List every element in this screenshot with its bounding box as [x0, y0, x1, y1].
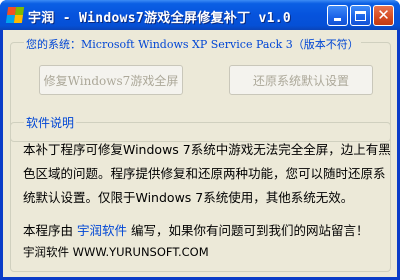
app-window: 宇润 - Windows7游戏全屏修复补丁 v1.0 ✕ 您的系统：Micros… — [0, 0, 400, 280]
window-title: 宇润 - Windows7游戏全屏修复补丁 v1.0 — [28, 11, 292, 26]
minimize-icon — [334, 18, 341, 21]
minimize-button[interactable] — [327, 5, 348, 26]
maximize-button[interactable] — [350, 5, 371, 26]
system-info-label: 您的系统：Microsoft Windows XP Service Pack 3… — [24, 36, 361, 52]
maximize-icon — [355, 10, 366, 21]
credit-line: 本程序由 宇润软件 编写，如果你有问题可到我们的网站留言！ — [23, 220, 369, 239]
website-line: 宇润软件 WWW.YURUNSOFT.COM — [23, 245, 209, 259]
close-icon: ✕ — [377, 6, 390, 24]
restore-defaults-button[interactable]: 还原系统默认设置 — [229, 65, 373, 95]
close-button[interactable]: ✕ — [373, 5, 394, 26]
dialog-body: 您的系统：Microsoft Windows XP Service Pack 3… — [3, 30, 397, 277]
windows-flag-icon[interactable] — [5, 7, 25, 23]
credit-prefix: 本程序由 — [23, 223, 74, 238]
yurunsoft-link[interactable]: 宇润软件 — [77, 223, 127, 238]
title-bar[interactable]: 宇润 - Windows7游戏全屏修复补丁 v1.0 ✕ — [0, 0, 400, 30]
credit-suffix: 编写，如果你有问题可到我们的网站留言！ — [131, 223, 369, 238]
description-text: 本补丁程序可修复Windows 7系统中游戏无法完全全屏，边上有黑色区域的问题。… — [23, 142, 391, 205]
description-legend: 软件说明 — [24, 114, 77, 131]
fix-fullscreen-button[interactable]: 修复Windows7游戏全屏 — [39, 65, 183, 95]
